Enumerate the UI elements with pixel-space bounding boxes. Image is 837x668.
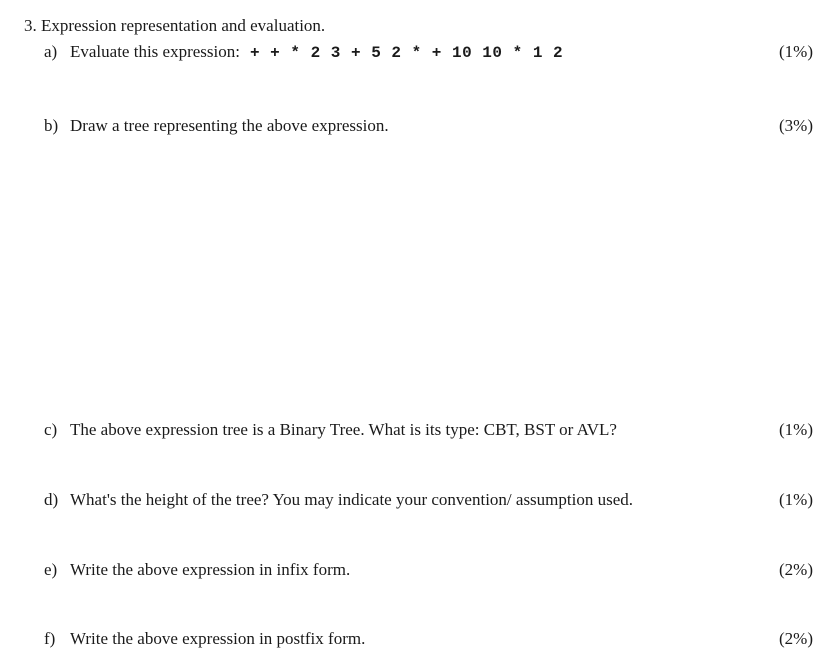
- sub-question-d: d) What's the height of the tree? You ma…: [44, 488, 813, 512]
- percent-c: (1%): [759, 418, 813, 442]
- sub-label-c: c): [44, 418, 70, 442]
- sub-text-c: The above expression tree is a Binary Tr…: [70, 418, 759, 442]
- question-header: 3. Expression representation and evaluat…: [24, 14, 813, 38]
- sub-text-f: Write the above expression in postfix fo…: [70, 627, 759, 651]
- percent-f: (2%): [759, 627, 813, 651]
- sub-question-b: b) Draw a tree representing the above ex…: [44, 114, 813, 138]
- question-title: Expression representation and evaluation…: [41, 16, 325, 35]
- sub-text-e: Write the above expression in infix form…: [70, 558, 759, 582]
- percent-a: (1%): [759, 40, 813, 64]
- sub-question-e: e) Write the above expression in infix f…: [44, 558, 813, 582]
- sub-label-f: f): [44, 627, 70, 651]
- sub-prompt-a: Evaluate this expression:: [70, 40, 240, 64]
- percent-d: (1%): [759, 488, 813, 512]
- percent-e: (2%): [759, 558, 813, 582]
- sub-label-b: b): [44, 114, 70, 138]
- sub-label-a: a): [44, 40, 70, 64]
- question-number: 3.: [24, 16, 37, 35]
- percent-b: (3%): [759, 114, 813, 138]
- sub-question-a: a) Evaluate this expression: + + * 2 3 +…: [44, 40, 813, 64]
- sub-label-e: e): [44, 558, 70, 582]
- sub-question-c: c) The above expression tree is a Binary…: [44, 418, 813, 442]
- sub-label-d: d): [44, 488, 70, 512]
- sub-question-f: f) Write the above expression in postfix…: [44, 627, 813, 651]
- expression-code: + + * 2 3 + 5 2 * + 10 10 * 1 2: [240, 42, 759, 64]
- sub-text-d: What's the height of the tree? You may i…: [70, 488, 759, 512]
- sub-text-b: Draw a tree representing the above expre…: [70, 114, 759, 138]
- sub-text-a: Evaluate this expression: + + * 2 3 + 5 …: [70, 40, 759, 64]
